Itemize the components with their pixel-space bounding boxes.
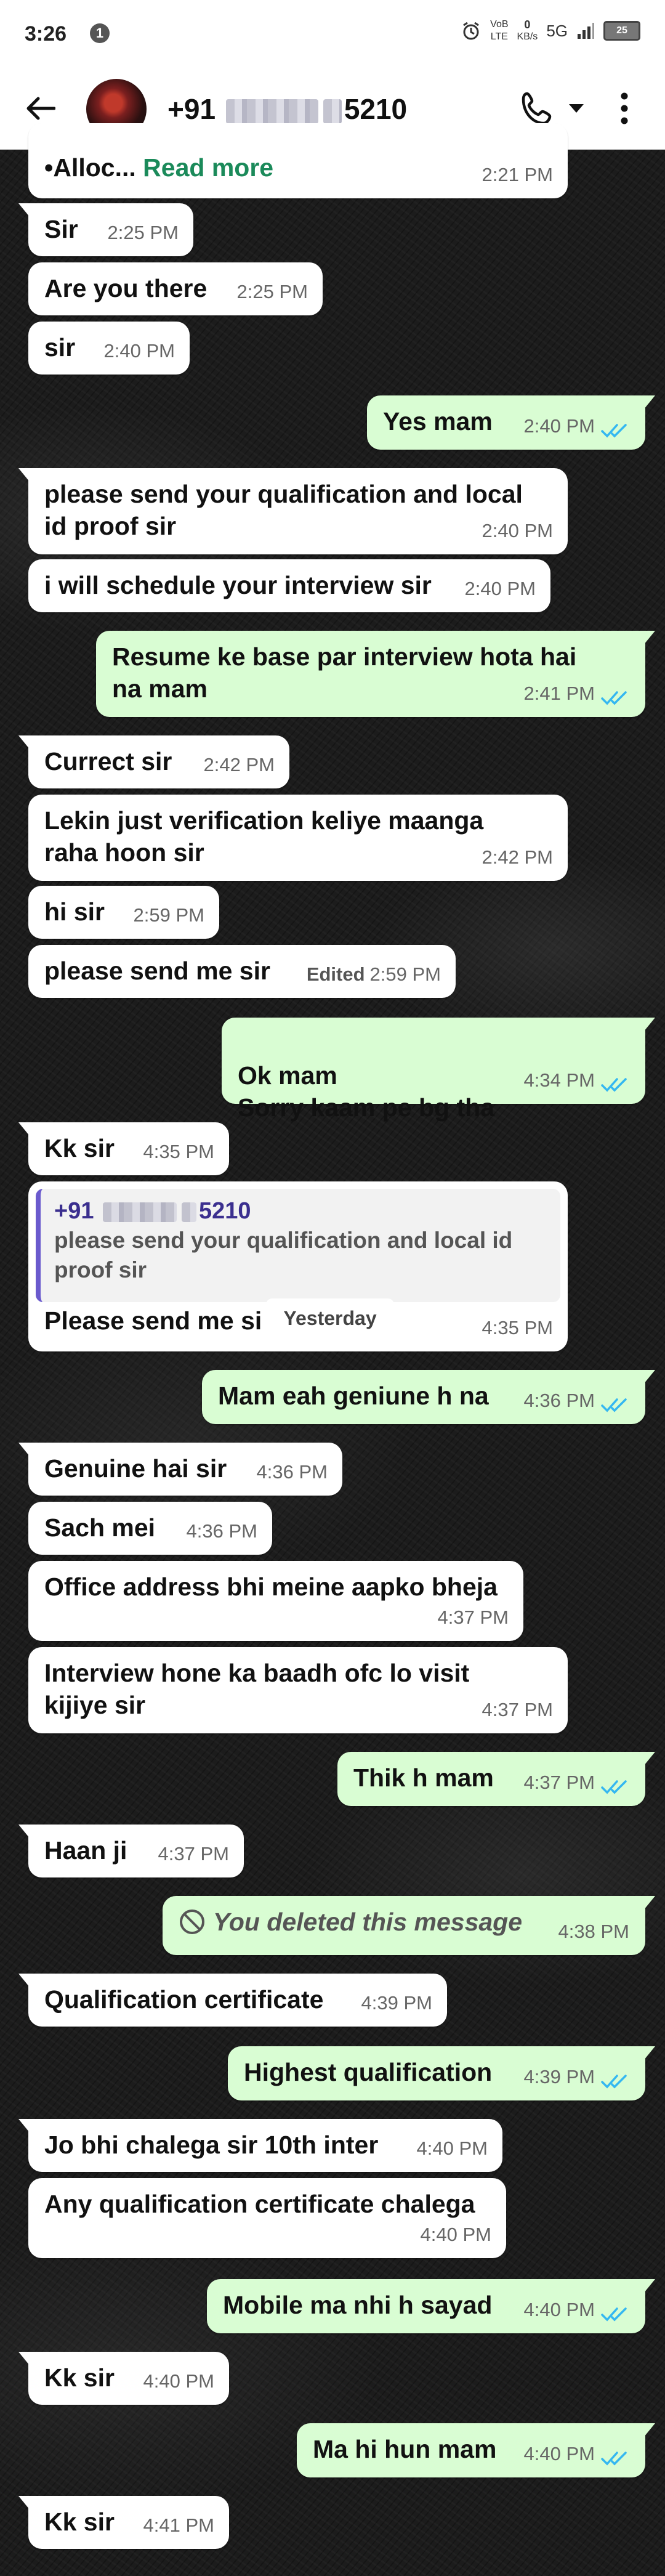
quoted-message[interactable]: +91 5210 please send your qualification …	[36, 1189, 560, 1302]
date-pill: Yesterday	[266, 1298, 394, 1338]
double-tick-icon	[601, 1780, 627, 1794]
ban-icon	[180, 1910, 204, 1934]
incoming-message[interactable]: •Alloc... Read more 2:21 PM	[28, 123, 568, 198]
notification-count-badge: 1	[90, 23, 110, 43]
outgoing-message[interactable]: Thik h mam 4:37 PM	[337, 1752, 655, 1806]
double-tick-icon	[601, 1398, 627, 1412]
outgoing-message[interactable]: Ma hi hun mam 4:40 PM	[297, 2423, 655, 2477]
signal-icon	[578, 23, 594, 39]
chevron-down-icon[interactable]	[568, 102, 585, 115]
incoming-message[interactable]: Currect sir 2:42 PM	[18, 735, 289, 788]
incoming-message[interactable]: Lekin just verification keliye maanga ra…	[28, 795, 568, 881]
outgoing-message[interactable]: Yes mam 2:40 PM	[367, 395, 655, 450]
double-tick-icon	[601, 2075, 627, 2089]
deleted-message[interactable]: You deleted this message 4:38 PM	[163, 1896, 655, 1955]
phone-icon[interactable]	[518, 89, 558, 128]
incoming-message[interactable]: Kk sir 4:40 PM	[18, 2352, 229, 2405]
incoming-message[interactable]: please send me sir Edited 2:59 PM	[28, 945, 456, 998]
data-rate: 0 KB/s	[517, 18, 538, 42]
incoming-message[interactable]: Are you there 2:25 PM	[28, 262, 323, 315]
outgoing-message[interactable]: Mam eah geniune h na 4:36 PM	[202, 1370, 655, 1424]
incoming-message[interactable]: Sach mei 4:36 PM	[28, 1502, 272, 1555]
double-tick-icon	[601, 1078, 627, 1092]
redacted-number	[225, 99, 318, 124]
read-more-link[interactable]: Read more	[143, 153, 273, 182]
double-tick-icon	[601, 691, 627, 705]
incoming-message[interactable]: sir 2:40 PM	[28, 322, 190, 375]
incoming-message[interactable]: please send your qualification and local…	[18, 468, 568, 554]
incoming-message[interactable]: Office address bhi meine aapko bheja 4:3…	[28, 1561, 523, 1641]
status-time: 3:26	[25, 22, 67, 46]
alarm-icon	[463, 22, 479, 40]
incoming-message[interactable]: Kk sir 4:35 PM	[18, 1122, 229, 1175]
status-bar: 3:26 1 VoB LTE 0 KB/s 5G 25	[0, 0, 665, 68]
battery-icon: 25	[603, 21, 640, 41]
incoming-message[interactable]: i will schedule your interview sir 2:40 …	[28, 559, 550, 612]
back-arrow-icon[interactable]	[25, 96, 55, 121]
incoming-message[interactable]: Any qualification certificate chalega 4:…	[28, 2178, 506, 2258]
incoming-message[interactable]: Qualification certificate 4:39 PM	[18, 1974, 447, 2027]
lte-indicator: VoB LTE	[490, 19, 509, 42]
double-tick-icon	[601, 2452, 627, 2466]
incoming-message[interactable]: hi sir 2:59 PM	[28, 886, 219, 939]
outgoing-message[interactable]: Resume ke base par interview hota hai na…	[96, 631, 655, 717]
double-tick-icon	[601, 2307, 627, 2322]
incoming-message[interactable]: Genuine hai sir 4:36 PM	[18, 1443, 342, 1496]
network-type: 5G	[546, 22, 568, 40]
incoming-message[interactable]: Jo bhi chalega sir 10th inter 4:40 PM	[18, 2119, 502, 2172]
outgoing-message[interactable]: Highest qualification 4:39 PM	[228, 2046, 655, 2100]
incoming-message[interactable]: Haan ji 4:37 PM	[18, 1825, 244, 1877]
status-icons: VoB LTE 0 KB/s 5G 25	[461, 18, 640, 43]
double-tick-icon	[601, 424, 627, 438]
edited-label: Edited	[306, 963, 365, 985]
incoming-message[interactable]: Interview hone ka baadh ofc lo visit kij…	[28, 1647, 568, 1733]
more-vert-icon[interactable]	[619, 92, 629, 124]
outgoing-message[interactable]: Mobile ma nhi h sayad 4:40 PM	[207, 2279, 655, 2333]
incoming-message[interactable]: Sir 2:25 PM	[18, 203, 193, 256]
incoming-message[interactable]: Kk sir 4:41 PM	[18, 2496, 229, 2549]
contact-name[interactable]: +91 5210	[167, 92, 407, 126]
outgoing-message[interactable]: Ok mam Sorry kaam pe bg tha 4:34 PM	[222, 1018, 655, 1122]
